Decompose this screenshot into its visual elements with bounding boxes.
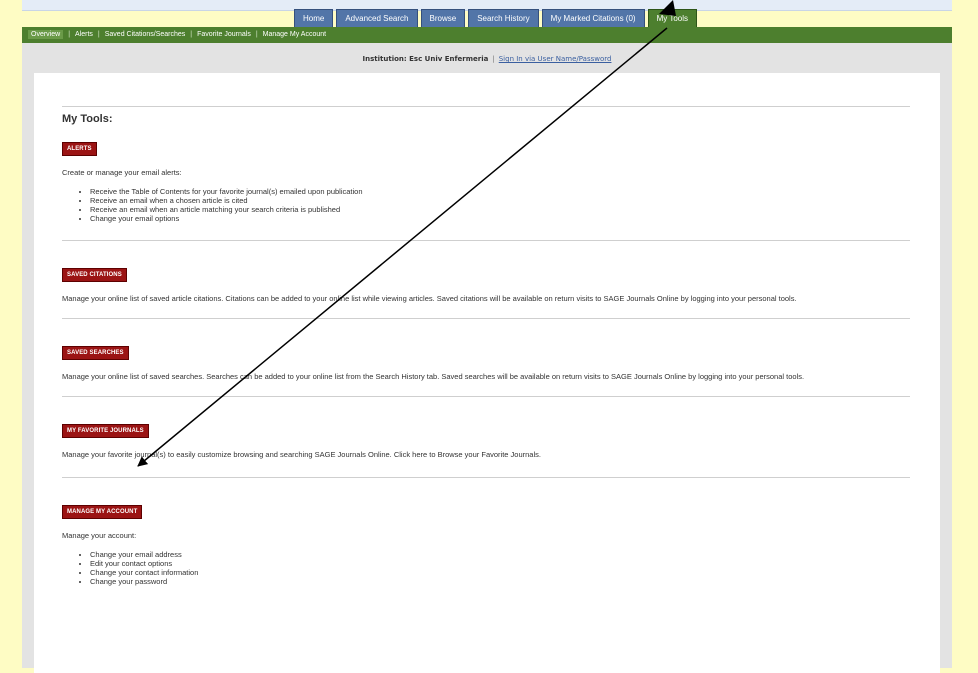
alerts-intro: Create or manage your email alerts: — [62, 168, 182, 177]
subnav-manage-account[interactable]: Manage My Account — [263, 31, 326, 38]
alerts-button[interactable]: ALERTS — [62, 142, 97, 156]
list-item: Edit your contact options — [90, 559, 910, 568]
divider — [62, 240, 910, 241]
subnav-separator: | — [190, 31, 193, 38]
list-item: Receive an email when an article matchin… — [90, 205, 910, 214]
sub-navigation: Overview | Alerts | Saved Citations/Searches… — [22, 27, 952, 43]
subnav-saved-citations-searches[interactable]: Saved Citations/Searches — [105, 31, 186, 38]
divider — [62, 106, 910, 107]
favorite-journals-text: Manage your favorite journal(s) to easil… — [62, 450, 541, 459]
institution-bar: Institution: Esc Univ Enfermeria | Sign In… — [22, 55, 952, 63]
page-frame: Institution: Esc Univ Enfermeria | Sign In… — [22, 43, 952, 673]
subnav-favorite-journals[interactable]: Favorite Journals — [197, 31, 251, 38]
manage-account-button[interactable]: MANAGE MY ACCOUNT — [62, 505, 143, 519]
list-item: Change your password — [90, 577, 910, 586]
list-item: Receive an email when a chosen article i… — [90, 196, 910, 205]
saved-searches-button[interactable]: SAVED SEARCHES — [62, 346, 129, 360]
manage-account-list: Change your email address Edit your cont… — [62, 550, 910, 586]
saved-searches-section: SAVED SEARCHES Manage your online list o… — [62, 341, 910, 382]
institution-label: Institution: Esc Univ Enfermeria — [362, 55, 489, 63]
sign-in-link[interactable]: Sign In via User Name/Password — [499, 55, 612, 63]
favorite-journals-section: MY FAVORITE JOURNALS Manage your favorit… — [62, 419, 910, 460]
favorite-journals-button[interactable]: MY FAVORITE JOURNALS — [62, 424, 149, 438]
list-item: Change your email address — [90, 550, 910, 559]
page-title: My Tools: — [62, 113, 113, 125]
list-item: Receive the Table of Contents for your f… — [90, 187, 910, 196]
subnav-separator: | — [97, 31, 100, 38]
divider — [62, 396, 910, 397]
saved-citations-section: SAVED CITATIONS Manage your online list … — [62, 263, 910, 304]
saved-citations-button[interactable]: SAVED CITATIONS — [62, 268, 127, 282]
manage-account-section: MANAGE MY ACCOUNT Manage your account: C… — [62, 500, 910, 586]
subnav-overview[interactable]: Overview — [28, 30, 64, 39]
divider — [62, 318, 910, 319]
saved-searches-text: Manage your online list of saved searche… — [62, 372, 805, 381]
list-item: Change your contact information — [90, 568, 910, 577]
tab-my-tools[interactable]: My Tools — [647, 9, 697, 27]
tab-marked-citations[interactable]: My Marked Citations (0) — [541, 9, 645, 27]
list-item: Change your email options — [90, 214, 910, 223]
subnav-separator: | — [255, 31, 258, 38]
alerts-list: Receive the Table of Contents for your f… — [62, 187, 910, 223]
tab-home[interactable]: Home — [294, 9, 334, 27]
subnav-alerts[interactable]: Alerts — [75, 31, 93, 38]
divider — [62, 477, 910, 478]
main-tabs: Home Advanced Search Browse Search Histo… — [294, 9, 697, 27]
content-panel: My Tools: ALERTS Create or manage your e… — [34, 73, 940, 673]
institution-separator: | — [492, 55, 495, 63]
saved-citations-text: Manage your online list of saved article… — [62, 294, 797, 303]
alerts-section: ALERTS Create or manage your email alert… — [62, 137, 910, 223]
tab-browse[interactable]: Browse — [420, 9, 466, 27]
subnav-separator: | — [68, 31, 71, 38]
manage-account-intro: Manage your account: — [62, 531, 137, 540]
tab-search-history[interactable]: Search History — [468, 9, 539, 27]
tab-advanced-search[interactable]: Advanced Search — [336, 9, 418, 27]
my-tools-content: My Tools: ALERTS Create or manage your e… — [62, 106, 910, 586]
